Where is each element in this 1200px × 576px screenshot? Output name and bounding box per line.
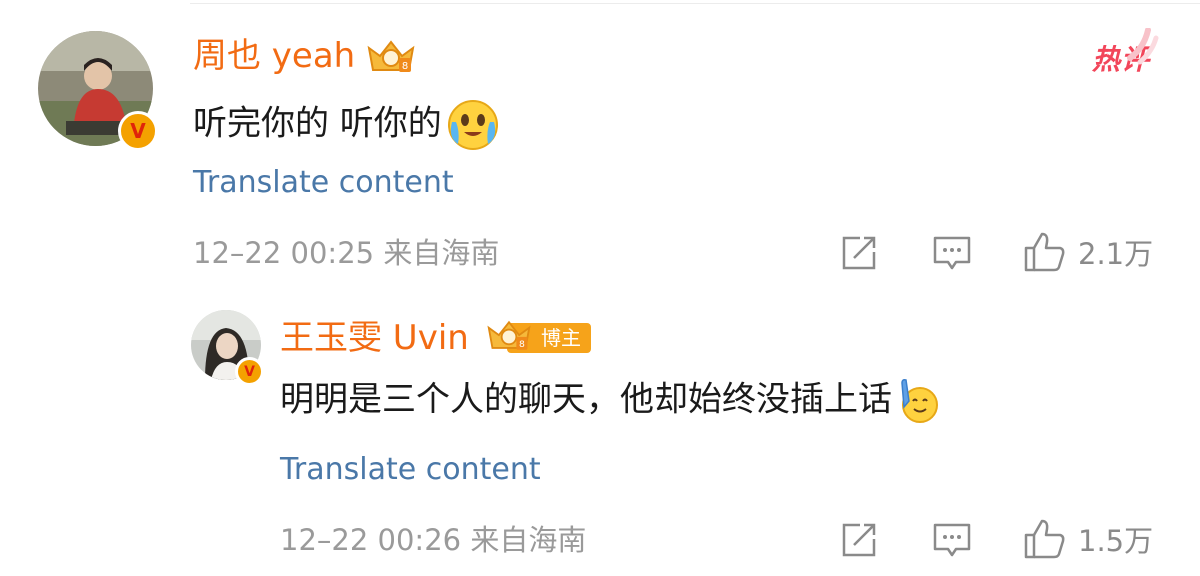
author-badge-label: 博主 <box>541 326 581 350</box>
svg-text:8: 8 <box>402 61 408 72</box>
comment-text-content: 听完你的 听你的 <box>193 103 442 144</box>
share-button[interactable] <box>840 521 878 559</box>
comment-text: 明明是三个人的聊天，他却始终没插上话 <box>280 377 940 425</box>
comment-meta: 12–22 00:25 来自海南 <box>193 236 500 270</box>
smiling-tears-emoji <box>447 100 498 150</box>
like-button[interactable]: 1.5万 <box>1022 517 1153 561</box>
like-button[interactable]: 2.1万 <box>1022 230 1153 274</box>
like-count: 2.1万 <box>1078 237 1154 271</box>
top-divider <box>190 3 1200 4</box>
crown-badge-icon: 8 <box>487 320 531 350</box>
username[interactable]: 王玉雯 Uvin <box>280 318 469 358</box>
translate-link[interactable]: Translate content <box>280 452 541 488</box>
comment-meta: 12–22 00:26 来自海南 <box>280 523 587 557</box>
reply-button[interactable] <box>932 521 972 559</box>
verified-badge-icon: V <box>118 111 158 151</box>
comment-text: 听完你的 听你的 <box>193 98 500 152</box>
thumbs-up-icon <box>1024 519 1065 559</box>
share-button[interactable] <box>840 234 878 272</box>
crown-badge-icon: 8 <box>367 40 415 72</box>
raising-hand-emoji <box>901 379 938 423</box>
share-icon <box>842 236 876 270</box>
reply-button[interactable] <box>932 234 972 272</box>
like-count: 1.5万 <box>1078 524 1154 558</box>
hot-flame-icon <box>1127 28 1159 65</box>
comment-icon <box>933 236 971 270</box>
username[interactable]: 周也 yeah <box>193 36 355 76</box>
svg-text:8: 8 <box>519 339 525 350</box>
comment-text-content: 明明是三个人的聊天，他却始终没插上话 <box>280 379 892 420</box>
translate-link[interactable]: Translate content <box>193 165 454 201</box>
thumbs-up-icon <box>1024 232 1065 272</box>
verified-badge-icon: V <box>235 357 264 386</box>
share-icon <box>842 523 876 557</box>
comment-icon <box>933 523 971 557</box>
